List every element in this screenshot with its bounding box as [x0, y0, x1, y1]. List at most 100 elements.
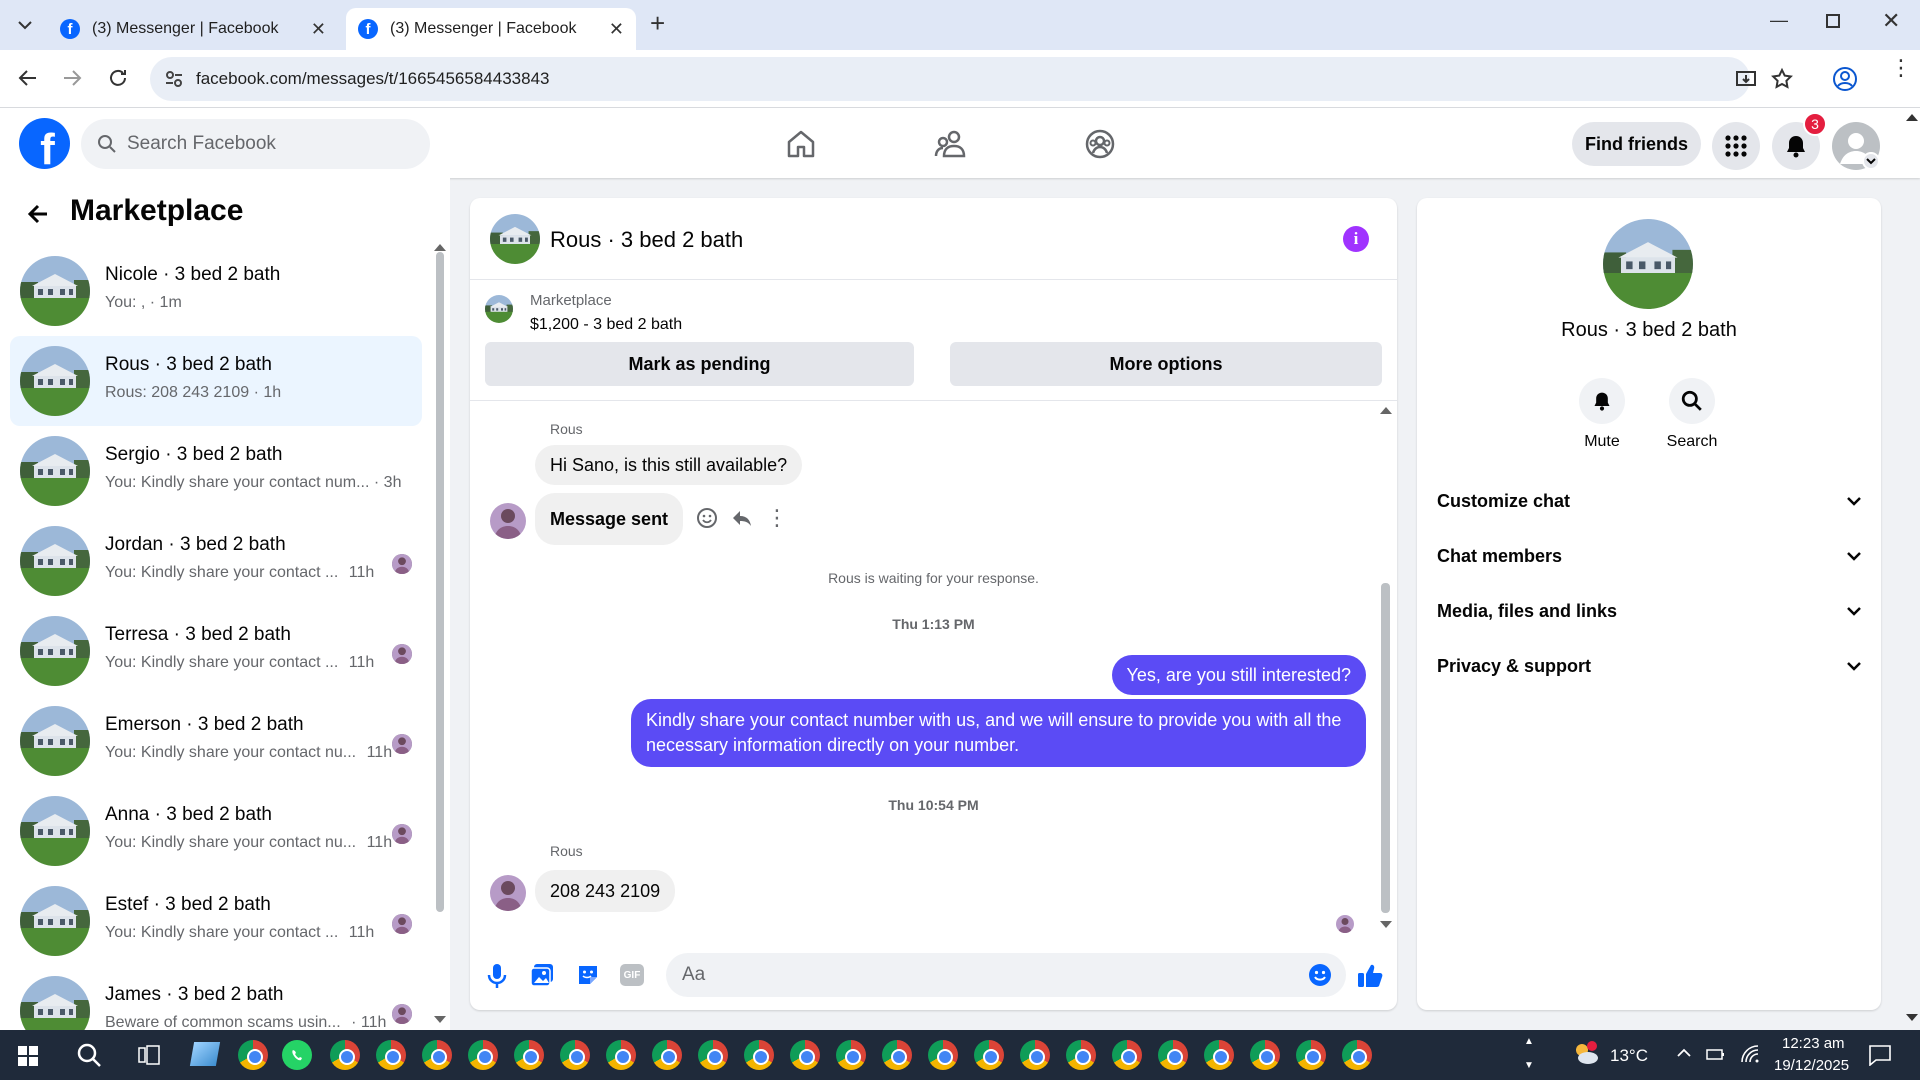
details-section-row[interactable]: Customize chat — [1437, 481, 1861, 521]
thread-scroll-up[interactable] — [1380, 407, 1392, 414]
chrome-window-icon[interactable] — [376, 1040, 406, 1070]
conversation-item[interactable]: Rous · 3 bed 2 bath Rous: 208 243 2109 · … — [10, 336, 422, 426]
conversation-item[interactable]: Emerson · 3 bed 2 bath You: Kindly share … — [10, 696, 422, 786]
mute-button[interactable]: Mute — [1562, 378, 1642, 451]
more-options-button[interactable]: More options — [950, 342, 1382, 386]
chat-title[interactable]: Rous · 3 bed 2 bath — [550, 227, 743, 253]
forward-button[interactable] — [60, 66, 84, 90]
info-icon[interactable]: i — [1343, 226, 1369, 252]
chrome-window-icon[interactable] — [836, 1040, 866, 1070]
chrome-window-icon[interactable] — [974, 1040, 1004, 1070]
chrome-window-icon[interactable] — [606, 1040, 636, 1070]
close-tab-icon[interactable]: ✕ — [609, 19, 624, 40]
browser-tab-2[interactable]: f (3) Messenger | Facebook ✕ — [346, 8, 636, 50]
gif-icon[interactable]: GIF — [620, 964, 644, 986]
conversation-item[interactable]: Jordan · 3 bed 2 bath You: Kindly share y… — [10, 516, 422, 606]
chrome-window-icon[interactable] — [1112, 1040, 1142, 1070]
scroll-up-arrow[interactable] — [434, 244, 446, 251]
search-facebook-input[interactable]: Search Facebook — [81, 119, 430, 169]
react-icon[interactable] — [696, 507, 718, 529]
more-actions-icon[interactable]: ⋮ — [766, 505, 788, 531]
conversation-item[interactable]: Anna · 3 bed 2 bath You: Kindly share you… — [10, 786, 422, 876]
conversation-list-scrollbar[interactable] — [436, 252, 444, 912]
task-view-icon[interactable] — [138, 1044, 160, 1066]
facebook-logo[interactable]: f — [19, 118, 70, 169]
conversation-item[interactable]: Sergio · 3 bed 2 bath You: Kindly share y… — [10, 426, 422, 516]
incoming-message[interactable]: 208 243 2109 — [535, 870, 676, 912]
chrome-window-icon[interactable] — [1342, 1040, 1372, 1070]
reload-button[interactable] — [106, 66, 130, 90]
profile-icon[interactable] — [1832, 66, 1858, 92]
incoming-message[interactable]: Message sent — [535, 493, 684, 545]
details-section-row[interactable]: Privacy & support — [1437, 646, 1861, 686]
search-in-conversation-button[interactable]: Search — [1652, 378, 1732, 451]
sticker-icon[interactable] — [576, 963, 600, 987]
chrome-window-icon[interactable] — [1158, 1040, 1188, 1070]
file-explorer-icon[interactable] — [189, 1042, 221, 1066]
sender-avatar[interactable] — [490, 503, 526, 539]
chrome-window-icon[interactable] — [1296, 1040, 1326, 1070]
chrome-window-icon[interactable] — [928, 1040, 958, 1070]
thread-scrollbar[interactable] — [1381, 583, 1390, 913]
reply-icon[interactable] — [731, 507, 753, 529]
chrome-window-icon[interactable] — [560, 1040, 590, 1070]
find-friends-button[interactable]: Find friends — [1572, 122, 1701, 166]
taskbar-scroll-down[interactable]: ▼ — [1524, 1060, 1534, 1071]
back-button[interactable] — [16, 66, 40, 90]
tab-search-button[interactable] — [10, 10, 40, 40]
conversation-item[interactable]: Terresa · 3 bed 2 bath You: Kindly share … — [10, 606, 422, 696]
conversation-item[interactable]: Estef · 3 bed 2 bath You: Kindly share yo… — [10, 876, 422, 966]
close-window-button[interactable]: ✕ — [1882, 8, 1900, 34]
chrome-icon[interactable] — [238, 1040, 268, 1070]
like-thumb-icon[interactable] — [1356, 961, 1384, 989]
message-input[interactable]: Aa — [666, 953, 1346, 997]
windows-start-icon[interactable] — [18, 1046, 38, 1066]
nav-home[interactable] — [779, 122, 823, 166]
chrome-window-icon[interactable] — [882, 1040, 912, 1070]
chrome-window-icon[interactable] — [468, 1040, 498, 1070]
browser-menu-icon[interactable]: ⋮ — [1890, 57, 1912, 79]
details-section-row[interactable]: Media, files and links — [1437, 591, 1861, 631]
menu-button[interactable] — [1712, 122, 1760, 170]
whatsapp-icon[interactable] — [282, 1040, 312, 1070]
nav-groups[interactable] — [1078, 122, 1122, 166]
outgoing-message[interactable]: Kindly share your contact number with us… — [631, 699, 1366, 767]
page-scroll-down[interactable] — [1906, 1014, 1918, 1021]
chrome-window-icon[interactable] — [652, 1040, 682, 1070]
chrome-window-icon[interactable] — [330, 1040, 360, 1070]
chrome-window-icon[interactable] — [698, 1040, 728, 1070]
minimize-button[interactable]: — — [1770, 10, 1788, 31]
conversation-avatar[interactable] — [490, 214, 540, 264]
incoming-message[interactable]: Hi Sano, is this still available? — [535, 445, 803, 485]
listing-thumbnail[interactable] — [485, 295, 513, 323]
details-section-row[interactable]: Chat members — [1437, 536, 1861, 576]
restore-button[interactable] — [1826, 14, 1840, 28]
chrome-window-icon[interactable] — [1250, 1040, 1280, 1070]
notification-center-icon[interactable] — [1868, 1044, 1892, 1066]
new-tab-button[interactable]: + — [650, 8, 665, 39]
sender-avatar[interactable] — [490, 875, 526, 911]
details-avatar[interactable] — [1603, 219, 1693, 309]
outgoing-message[interactable]: Yes, are you still interested? — [1111, 655, 1366, 695]
mark-as-pending-button[interactable]: Mark as pending — [485, 342, 914, 386]
emoji-icon[interactable] — [1308, 963, 1332, 987]
address-bar[interactable]: facebook.com/messages/t/1665456584433843 — [150, 57, 1793, 101]
scroll-down-arrow[interactable] — [434, 1016, 446, 1023]
account-chevron-icon[interactable] — [1862, 152, 1880, 170]
taskbar-scroll-up[interactable]: ▲ — [1524, 1036, 1534, 1047]
site-info-icon[interactable] — [164, 69, 184, 89]
weather-icon[interactable] — [1572, 1040, 1600, 1068]
back-arrow-button[interactable] — [26, 202, 50, 226]
chrome-window-icon[interactable] — [422, 1040, 452, 1070]
nav-friends[interactable] — [929, 122, 973, 166]
browser-tab-1[interactable]: f (3) Messenger | Facebook ✕ — [48, 8, 338, 50]
thread-scroll-down[interactable] — [1380, 921, 1392, 928]
chrome-window-icon[interactable] — [790, 1040, 820, 1070]
chrome-window-icon[interactable] — [1020, 1040, 1050, 1070]
chrome-window-icon[interactable] — [744, 1040, 774, 1070]
bookmark-star-icon[interactable] — [1770, 67, 1794, 91]
system-tray-chevron-icon[interactable] — [1676, 1046, 1692, 1058]
close-tab-icon[interactable]: ✕ — [311, 19, 326, 40]
chrome-window-icon[interactable] — [1066, 1040, 1096, 1070]
search-icon[interactable] — [76, 1042, 102, 1068]
